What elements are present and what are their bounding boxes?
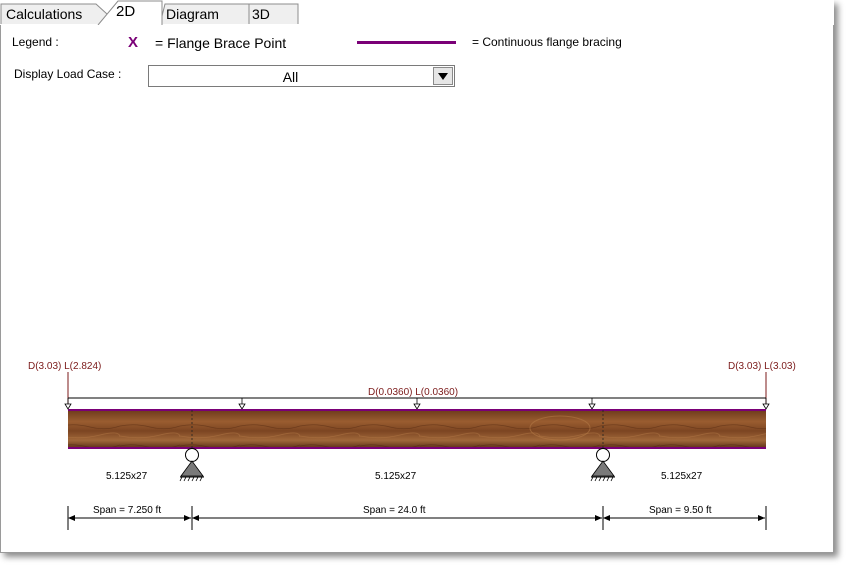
span-label-2: Span = 24.0 ft: [363, 505, 426, 516]
distributed-load-label: D(0.0360) L(0.0360): [368, 387, 458, 398]
distributed-load-arrows: [64, 398, 770, 410]
span-label-1: Span = 7.250 ft: [93, 505, 161, 516]
section-label-right: 5.125x27: [661, 471, 703, 482]
app-window: Calculations 2D Diagram 3D Legend : X = …: [0, 0, 834, 553]
beam-diagram: D(3.03) L(2.824) D(3.03) L(3.03) D(0.036…: [28, 361, 796, 530]
pin-support-2: [590, 448, 615, 482]
span-label-3: Span = 9.50 ft: [649, 505, 712, 516]
left-point-load-label: D(3.03) L(2.824): [28, 361, 101, 372]
section-label-middle: 5.125x27: [375, 471, 417, 482]
beam-grain: [68, 410, 766, 448]
right-point-load-label: D(3.03) L(3.03): [728, 361, 796, 372]
section-label-left: 5.125x27: [106, 471, 148, 482]
pin-support-1: [179, 448, 204, 482]
